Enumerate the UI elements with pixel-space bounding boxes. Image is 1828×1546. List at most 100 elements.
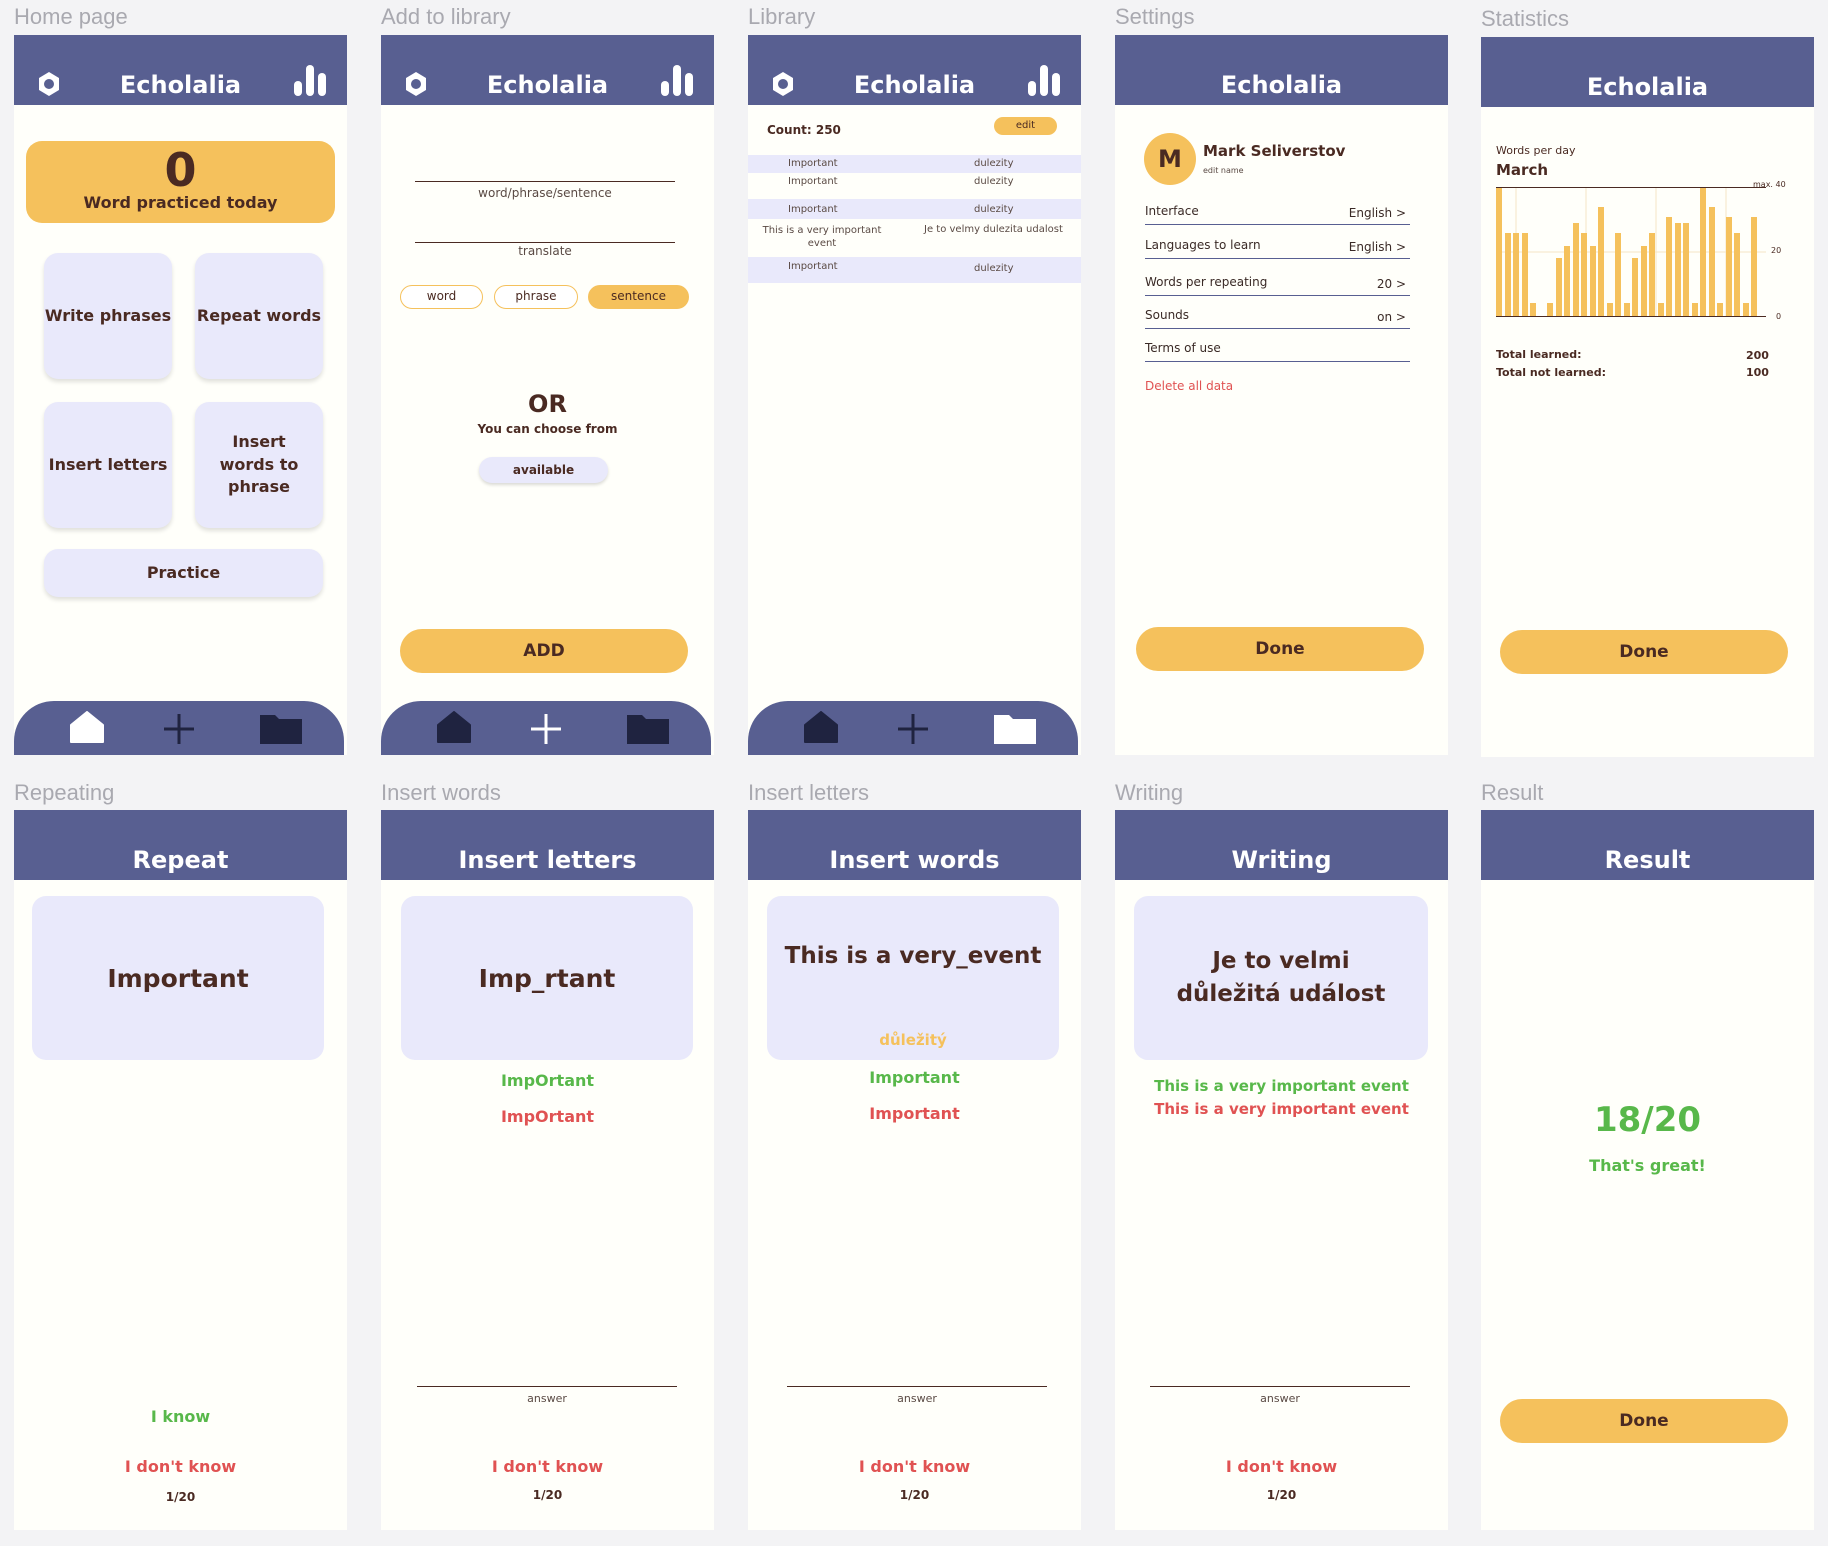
edit-name-link[interactable]: edit name <box>1203 166 1244 175</box>
answer-input-line[interactable] <box>417 1386 677 1387</box>
chart-bar <box>1641 246 1647 316</box>
row-word: Important <box>788 176 838 187</box>
answer-input-line[interactable] <box>1150 1386 1410 1387</box>
type-pill-word[interactable]: word <box>400 285 483 309</box>
writing-screen: Writing Je to velmi důležitá událost Thi… <box>1115 810 1448 1530</box>
screen-title: Result <box>1604 846 1691 874</box>
screen-title: Writing <box>1231 846 1332 874</box>
setting-row-terms[interactable]: Terms of use <box>1145 332 1410 362</box>
frame-label-repeating: Repeating <box>14 780 115 805</box>
table-row[interactable]: Important dulezity <box>748 173 1081 193</box>
answer-input[interactable]: answer <box>787 1392 1047 1405</box>
answer-input[interactable]: answer <box>417 1392 677 1405</box>
dont-know-button[interactable]: I don't know <box>14 1457 347 1476</box>
screen-header: Writing <box>1115 810 1448 880</box>
settings-screen: Echolalia M Mark Seliverstov edit name I… <box>1115 35 1448 755</box>
word-input-line[interactable] <box>415 181 675 182</box>
choose-text: You can choose from <box>477 422 618 436</box>
type-pill-sentence[interactable]: sentence <box>588 285 689 309</box>
chart-bar <box>1751 217 1757 316</box>
app-header: Echolalia <box>14 35 347 105</box>
chart-bar <box>1734 233 1740 316</box>
table-row[interactable]: Important dulezity <box>748 155 1081 173</box>
correct-answer: This is a very important event <box>1154 1077 1409 1095</box>
chart-month: March <box>1496 161 1549 179</box>
screen-header: Repeat <box>14 810 347 880</box>
row-word: Important <box>788 204 838 215</box>
translate-input[interactable]: translate <box>415 244 675 258</box>
screen-header: Insert letters <box>381 810 714 880</box>
screen-title: Insert letters <box>458 846 637 874</box>
chart-bar <box>1590 246 1596 316</box>
delete-data-link[interactable]: Delete all data <box>1145 379 1233 393</box>
folder-icon[interactable] <box>993 711 1037 745</box>
practice-tile[interactable]: Practice <box>44 549 323 597</box>
avatar[interactable]: M <box>1144 133 1196 185</box>
done-button[interactable]: Done <box>1136 627 1424 671</box>
answer-input-line[interactable] <box>787 1386 1047 1387</box>
or-heading: OR <box>528 390 567 418</box>
chart-bar <box>1556 258 1562 316</box>
repeat-words-tile[interactable]: Repeat words <box>195 253 323 379</box>
folder-icon[interactable] <box>259 711 303 745</box>
setting-row-languages[interactable]: Languages to learn English > <box>1145 229 1410 259</box>
library-count: Count: 250 <box>767 123 841 137</box>
insert-words-screen: Insert words This is a very_event důleži… <box>748 810 1081 1530</box>
plus-icon[interactable] <box>529 712 563 746</box>
dont-know-button[interactable]: I don't know <box>748 1457 1081 1476</box>
statistics-screen: Echolalia Words per day March max. 40 20… <box>1481 37 1814 757</box>
home-icon[interactable] <box>437 711 471 743</box>
total-learned-value: 200 <box>1746 349 1769 362</box>
row-translation: dulezity <box>974 176 1014 187</box>
insert-letters-tile[interactable]: Insert letters <box>44 402 172 528</box>
stats-icon[interactable] <box>1027 63 1061 97</box>
edit-button[interactable]: edit <box>994 117 1057 135</box>
chart-bar <box>1683 223 1689 316</box>
progress-counter: 1/20 <box>1266 1488 1297 1502</box>
app-header: Echolalia <box>1481 37 1814 107</box>
bar-chart <box>1496 187 1766 317</box>
type-pill-phrase[interactable]: phrase <box>494 285 578 309</box>
word-card: Imp_rtant <box>401 896 693 1060</box>
done-button[interactable]: Done <box>1500 630 1788 674</box>
setting-row-words-per-repeating[interactable]: Words per repeating 20 > <box>1145 266 1410 296</box>
row-translation: dulezity <box>974 204 1014 215</box>
home-screen: Echolalia 0 Word practiced today Write p… <box>14 35 347 755</box>
i-know-button[interactable]: I know <box>14 1407 347 1426</box>
dont-know-button[interactable]: I don't know <box>381 1457 714 1476</box>
available-button[interactable]: available <box>479 457 608 483</box>
row-word: This is a very important event <box>762 225 882 249</box>
folder-icon[interactable] <box>626 711 670 745</box>
dont-know-button[interactable]: I don't know <box>1115 1457 1448 1476</box>
plus-icon[interactable] <box>162 712 196 746</box>
progress-counter: 1/20 <box>532 1488 563 1502</box>
chart-bar <box>1666 217 1672 316</box>
answer-input[interactable]: answer <box>1150 1392 1410 1405</box>
chart-title: Words per day <box>1496 144 1576 157</box>
chart-bar <box>1564 246 1570 316</box>
table-row[interactable]: Important dulezity <box>748 257 1081 283</box>
write-phrases-tile[interactable]: Write phrases <box>44 253 172 379</box>
word-input[interactable]: word/phrase/sentence <box>415 186 675 200</box>
table-row[interactable]: This is a very important event Je to vel… <box>748 221 1081 257</box>
stats-icon[interactable] <box>660 63 694 97</box>
add-button[interactable]: ADD <box>400 629 688 673</box>
chart-zero-label: 0 <box>1776 312 1782 321</box>
word-card: Important <box>32 896 324 1060</box>
setting-row-sounds[interactable]: Sounds on > <box>1145 299 1410 329</box>
translate-input-line[interactable] <box>415 242 675 243</box>
stats-icon[interactable] <box>293 63 327 97</box>
home-icon[interactable] <box>70 711 104 743</box>
done-button[interactable]: Done <box>1500 1399 1788 1443</box>
setting-label: Interface <box>1145 204 1199 218</box>
hint-text: důležitý <box>879 1031 947 1049</box>
chart-bar <box>1607 303 1613 316</box>
insert-words-tile[interactable]: Insert words to phrase <box>195 402 323 528</box>
plus-icon[interactable] <box>896 712 930 746</box>
home-icon[interactable] <box>804 711 838 743</box>
chart-bar <box>1547 303 1553 316</box>
setting-row-interface[interactable]: Interface English > <box>1145 195 1410 225</box>
chart-mid-label: 20 <box>1771 246 1782 255</box>
table-row[interactable]: Important dulezity <box>748 199 1081 219</box>
phrase-text: This is a very_event <box>784 943 1042 969</box>
